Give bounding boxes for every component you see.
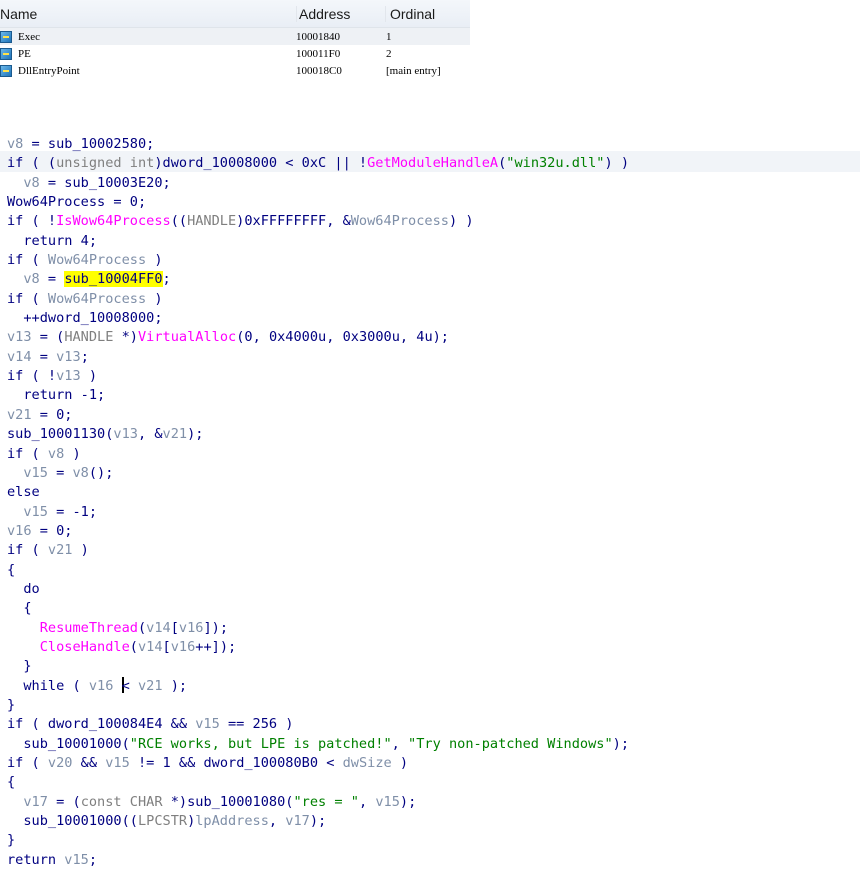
- table-row[interactable]: DllEntryPoint 100018C0 [main entry]: [0, 62, 470, 79]
- code-line[interactable]: if ( dword_100084E4 && v15 == 256 ): [7, 715, 629, 734]
- export-address: 100011F0: [296, 47, 341, 60]
- code-line[interactable]: v17 = (const CHAR *)sub_10001080("res = …: [7, 793, 629, 812]
- code-line[interactable]: if ( Wow64Process ): [7, 251, 629, 270]
- exports-header: Name Address Ordinal: [0, 0, 470, 28]
- code-line[interactable]: {: [7, 599, 629, 618]
- export-name: Exec: [18, 30, 40, 43]
- code-line[interactable]: v8 = sub_10003E20;: [7, 174, 629, 193]
- code-line[interactable]: if ( v21 ): [7, 541, 629, 560]
- column-header-name[interactable]: Name: [0, 6, 296, 22]
- table-row[interactable]: Exec 10001840 1: [0, 28, 470, 45]
- code-line[interactable]: sub_10001000("RCE works, but LPE is patc…: [7, 735, 629, 754]
- code-line[interactable]: {: [7, 773, 629, 792]
- code-line[interactable]: v14 = v13;: [7, 348, 629, 367]
- export-address: 100018C0: [296, 64, 342, 77]
- code-line[interactable]: ResumeThread(v14[v16]);: [7, 619, 629, 638]
- code-line[interactable]: v21 = 0;: [7, 406, 629, 425]
- code-line[interactable]: }: [7, 696, 629, 715]
- code-line[interactable]: v8 = sub_10004FF0;: [7, 270, 629, 289]
- export-function-icon: [0, 47, 12, 60]
- export-function-icon: [0, 64, 12, 77]
- export-name: PE: [18, 47, 31, 60]
- export-ordinal: 1: [386, 30, 392, 43]
- code-line[interactable]: {: [7, 561, 629, 580]
- code-line[interactable]: sub_10001000((LPCSTR)lpAddress, v17);: [7, 812, 629, 831]
- code-line[interactable]: }: [7, 831, 629, 850]
- code-line[interactable]: if ( (unsigned int)dword_10008000 < 0xC …: [7, 154, 629, 173]
- code-line[interactable]: v8 = sub_10002580;: [7, 135, 629, 154]
- code-line[interactable]: if ( !IsWow64Process((HANDLE)0xFFFFFFFF,…: [7, 212, 629, 231]
- column-header-address[interactable]: Address: [296, 5, 385, 22]
- code-line[interactable]: return 4;: [7, 232, 629, 251]
- code-line[interactable]: do: [7, 580, 629, 599]
- code-line[interactable]: ++dword_10008000;: [7, 309, 629, 328]
- export-ordinal: [main entry]: [386, 64, 441, 77]
- table-row[interactable]: PE 100011F0 2: [0, 45, 470, 62]
- code-line[interactable]: if ( v8 ): [7, 445, 629, 464]
- exports-table: Name Address Ordinal Exec 10001840 1 PE …: [0, 0, 470, 79]
- code-line[interactable]: CloseHandle(v14[v16++]);: [7, 638, 629, 657]
- export-name: DllEntryPoint: [18, 64, 80, 77]
- code-line[interactable]: v15 = v8();: [7, 464, 629, 483]
- code-line[interactable]: while ( v16 < v21 );: [7, 676, 629, 696]
- code-line[interactable]: v16 = 0;: [7, 522, 629, 541]
- code-line[interactable]: else: [7, 483, 629, 502]
- export-function-icon: [0, 30, 12, 43]
- code-line[interactable]: v15 = -1;: [7, 503, 629, 522]
- highlighted-symbol: sub_10004FF0: [64, 271, 163, 288]
- column-header-ordinal[interactable]: Ordinal: [385, 5, 470, 22]
- code-line[interactable]: if ( v20 && v15 != 1 && dword_100080B0 <…: [7, 754, 629, 773]
- code-line[interactable]: return v15;: [7, 851, 629, 870]
- code-line[interactable]: }: [7, 657, 629, 676]
- code-line[interactable]: if ( Wow64Process ): [7, 290, 629, 309]
- code-line[interactable]: sub_10001130(v13, &v21);: [7, 425, 629, 444]
- pseudocode-view[interactable]: v8 = sub_10002580; if ( (unsigned int)dwo…: [7, 135, 629, 870]
- code-line[interactable]: return -1;: [7, 386, 629, 405]
- export-ordinal: 2: [386, 47, 392, 60]
- text-cursor: [121, 676, 124, 693]
- export-address: 10001840: [296, 30, 340, 43]
- code-line[interactable]: Wow64Process = 0;: [7, 193, 629, 212]
- code-line[interactable]: if ( !v13 ): [7, 367, 629, 386]
- code-line[interactable]: v13 = (HANDLE *)VirtualAlloc(0, 0x4000u,…: [7, 328, 629, 347]
